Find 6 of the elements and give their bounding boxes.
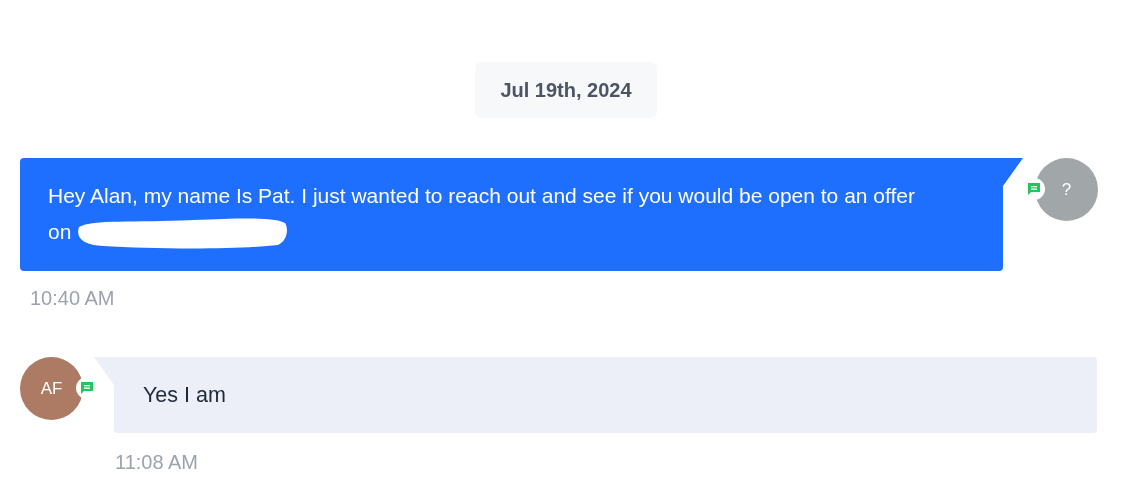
- avatar: AF: [20, 357, 83, 421]
- message-time: 11:08 AM: [115, 450, 200, 476]
- message-time: 10:40 AM: [30, 286, 116, 312]
- avatar: ?: [1035, 158, 1098, 221]
- message-text: Yes I am: [143, 382, 227, 410]
- message-text: Hey Alan, my name Is Pat. I just wanted to reach out and see if you would be open to an offer on: [48, 178, 928, 252]
